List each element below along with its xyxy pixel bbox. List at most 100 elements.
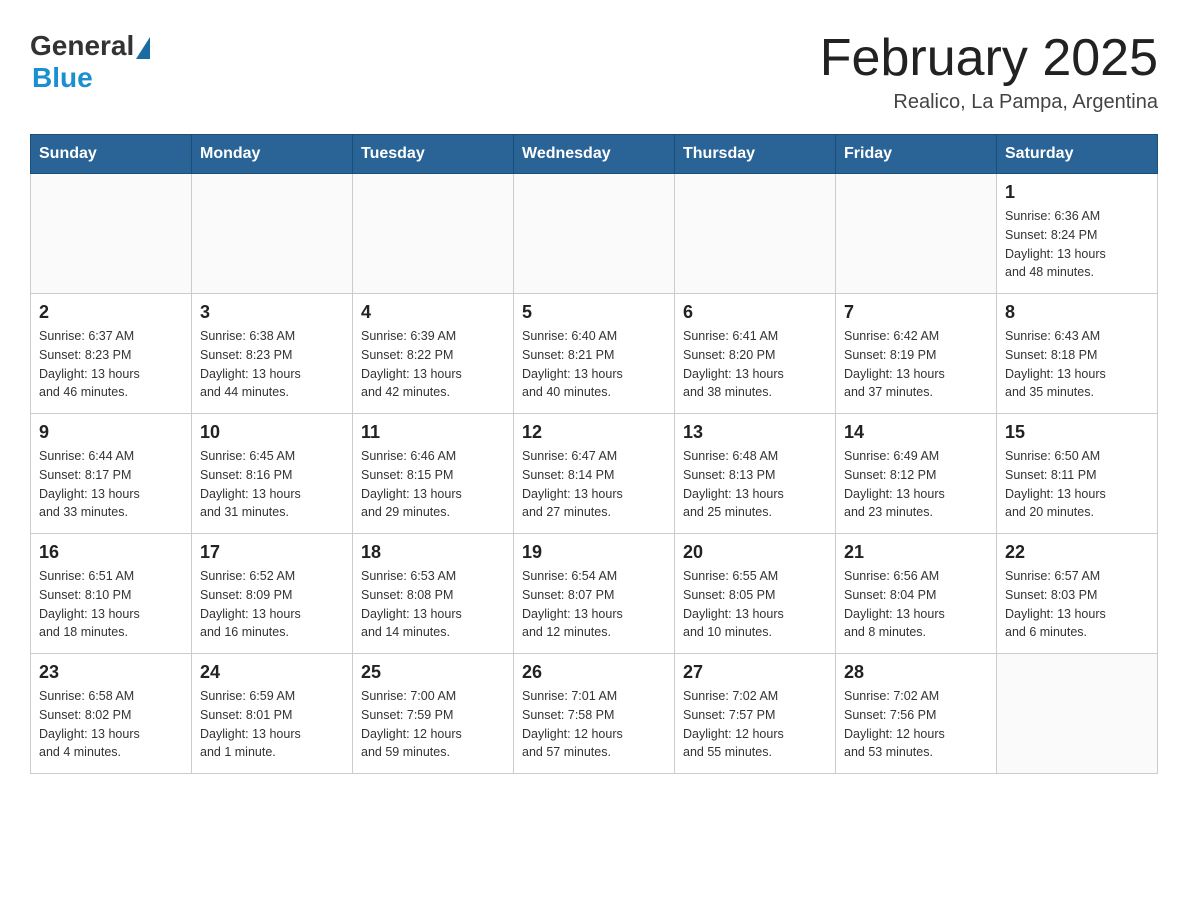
- day-info: Sunrise: 6:36 AM Sunset: 8:24 PM Dayligh…: [1005, 207, 1149, 282]
- day-info: Sunrise: 6:49 AM Sunset: 8:12 PM Dayligh…: [844, 447, 988, 522]
- day-number: 15: [1005, 422, 1149, 443]
- calendar-cell: 19 Sunrise: 6:54 AM Sunset: 8:07 PM Dayli…: [514, 534, 675, 654]
- calendar-cell: 2 Sunrise: 6:37 AM Sunset: 8:23 PM Daylig…: [31, 294, 192, 414]
- calendar-cell: 10 Sunrise: 6:45 AM Sunset: 8:16 PM Dayli…: [192, 414, 353, 534]
- calendar-cell: 13 Sunrise: 6:48 AM Sunset: 8:13 PM Dayli…: [675, 414, 836, 534]
- day-info: Sunrise: 6:58 AM Sunset: 8:02 PM Dayligh…: [39, 687, 183, 762]
- day-info: Sunrise: 7:00 AM Sunset: 7:59 PM Dayligh…: [361, 687, 505, 762]
- day-info: Sunrise: 6:57 AM Sunset: 8:03 PM Dayligh…: [1005, 567, 1149, 642]
- day-info: Sunrise: 6:42 AM Sunset: 8:19 PM Dayligh…: [844, 327, 988, 402]
- calendar-cell: 25Sunrise: 7:00 AM Sunset: 7:59 PM Dayli…: [353, 654, 514, 774]
- calendar-cell: 6Sunrise: 6:41 AM Sunset: 8:20 PM Daylig…: [675, 294, 836, 414]
- day-info: Sunrise: 6:40 AM Sunset: 8:21 PM Dayligh…: [522, 327, 666, 402]
- day-info: Sunrise: 6:59 AM Sunset: 8:01 PM Dayligh…: [200, 687, 344, 762]
- calendar-cell: 3 Sunrise: 6:38 AM Sunset: 8:23 PM Daylig…: [192, 294, 353, 414]
- day-number: 13: [683, 422, 827, 443]
- calendar-cell: [31, 174, 192, 294]
- day-info: Sunrise: 6:37 AM Sunset: 8:23 PM Dayligh…: [39, 327, 183, 402]
- day-number: 26: [522, 662, 666, 683]
- calendar-cell: 1 Sunrise: 6:36 AM Sunset: 8:24 PM Daylig…: [997, 174, 1158, 294]
- day-number: 2: [39, 302, 183, 323]
- calendar-cell: 8 Sunrise: 6:43 AM Sunset: 8:18 PM Daylig…: [997, 294, 1158, 414]
- weekday-header-monday: Monday: [192, 135, 353, 174]
- logo-triangle-icon: [136, 37, 150, 59]
- weekday-header-wednesday: Wednesday: [514, 135, 675, 174]
- day-info: Sunrise: 6:52 AM Sunset: 8:09 PM Dayligh…: [200, 567, 344, 642]
- calendar-cell: [192, 174, 353, 294]
- day-info: Sunrise: 6:39 AM Sunset: 8:22 PM Dayligh…: [361, 327, 505, 402]
- calendar-cell: 21Sunrise: 6:56 AM Sunset: 8:04 PM Dayli…: [836, 534, 997, 654]
- day-number: 5: [522, 302, 666, 323]
- day-info: Sunrise: 6:38 AM Sunset: 8:23 PM Dayligh…: [200, 327, 344, 402]
- day-info: Sunrise: 7:02 AM Sunset: 7:57 PM Dayligh…: [683, 687, 827, 762]
- calendar-cell: 24Sunrise: 6:59 AM Sunset: 8:01 PM Dayli…: [192, 654, 353, 774]
- calendar-cell: 20 Sunrise: 6:55 AM Sunset: 8:05 PM Dayli…: [675, 534, 836, 654]
- day-info: Sunrise: 7:01 AM Sunset: 7:58 PM Dayligh…: [522, 687, 666, 762]
- calendar-cell: 4Sunrise: 6:39 AM Sunset: 8:22 PM Daylig…: [353, 294, 514, 414]
- week-row-3: 9 Sunrise: 6:44 AM Sunset: 8:17 PM Daylig…: [31, 414, 1158, 534]
- weekday-header-saturday: Saturday: [997, 135, 1158, 174]
- calendar-cell: 14 Sunrise: 6:49 AM Sunset: 8:12 PM Dayli…: [836, 414, 997, 534]
- day-number: 10: [200, 422, 344, 443]
- calendar-cell: 15Sunrise: 6:50 AM Sunset: 8:11 PM Dayli…: [997, 414, 1158, 534]
- calendar-cell: 11 Sunrise: 6:46 AM Sunset: 8:15 PM Dayli…: [353, 414, 514, 534]
- day-number: 18: [361, 542, 505, 563]
- day-number: 9: [39, 422, 183, 443]
- location-title: Realico, La Pampa, Argentina: [820, 91, 1158, 114]
- day-number: 11: [361, 422, 505, 443]
- day-number: 12: [522, 422, 666, 443]
- day-info: Sunrise: 6:54 AM Sunset: 8:07 PM Dayligh…: [522, 567, 666, 642]
- day-info: Sunrise: 6:51 AM Sunset: 8:10 PM Dayligh…: [39, 567, 183, 642]
- day-number: 6: [683, 302, 827, 323]
- page-header: General Blue February 2025 Realico, La P…: [30, 30, 1158, 114]
- day-info: Sunrise: 6:46 AM Sunset: 8:15 PM Dayligh…: [361, 447, 505, 522]
- logo-blue-text: Blue: [32, 62, 93, 94]
- calendar-cell: [997, 654, 1158, 774]
- calendar-cell: 27 Sunrise: 7:02 AM Sunset: 7:57 PM Dayli…: [675, 654, 836, 774]
- calendar-cell: 17 Sunrise: 6:52 AM Sunset: 8:09 PM Dayli…: [192, 534, 353, 654]
- month-title: February 2025: [820, 30, 1158, 87]
- day-number: 19: [522, 542, 666, 563]
- day-number: 7: [844, 302, 988, 323]
- day-info: Sunrise: 6:45 AM Sunset: 8:16 PM Dayligh…: [200, 447, 344, 522]
- day-info: Sunrise: 7:02 AM Sunset: 7:56 PM Dayligh…: [844, 687, 988, 762]
- day-info: Sunrise: 6:43 AM Sunset: 8:18 PM Dayligh…: [1005, 327, 1149, 402]
- week-row-4: 16Sunrise: 6:51 AM Sunset: 8:10 PM Dayli…: [31, 534, 1158, 654]
- calendar-cell: [514, 174, 675, 294]
- title-area: February 2025 Realico, La Pampa, Argenti…: [820, 30, 1158, 114]
- calendar-cell: 9 Sunrise: 6:44 AM Sunset: 8:17 PM Daylig…: [31, 414, 192, 534]
- calendar-cell: 26 Sunrise: 7:01 AM Sunset: 7:58 PM Dayli…: [514, 654, 675, 774]
- calendar-cell: 28 Sunrise: 7:02 AM Sunset: 7:56 PM Dayli…: [836, 654, 997, 774]
- day-number: 14: [844, 422, 988, 443]
- day-number: 20: [683, 542, 827, 563]
- day-number: 22: [1005, 542, 1149, 563]
- weekday-header-sunday: Sunday: [31, 135, 192, 174]
- day-info: Sunrise: 6:55 AM Sunset: 8:05 PM Dayligh…: [683, 567, 827, 642]
- calendar-cell: 23 Sunrise: 6:58 AM Sunset: 8:02 PM Dayli…: [31, 654, 192, 774]
- day-number: 1: [1005, 182, 1149, 203]
- calendar-cell: [836, 174, 997, 294]
- weekday-header-tuesday: Tuesday: [353, 135, 514, 174]
- calendar-header-row: SundayMondayTuesdayWednesdayThursdayFrid…: [31, 135, 1158, 174]
- calendar-cell: 5 Sunrise: 6:40 AM Sunset: 8:21 PM Daylig…: [514, 294, 675, 414]
- week-row-1: 1 Sunrise: 6:36 AM Sunset: 8:24 PM Daylig…: [31, 174, 1158, 294]
- calendar-cell: 22 Sunrise: 6:57 AM Sunset: 8:03 PM Dayli…: [997, 534, 1158, 654]
- calendar-table: SundayMondayTuesdayWednesdayThursdayFrid…: [30, 134, 1158, 774]
- day-info: Sunrise: 6:44 AM Sunset: 8:17 PM Dayligh…: [39, 447, 183, 522]
- weekday-header-friday: Friday: [836, 135, 997, 174]
- calendar-cell: [353, 174, 514, 294]
- logo: General Blue: [30, 30, 150, 94]
- calendar-cell: [675, 174, 836, 294]
- calendar-cell: 7 Sunrise: 6:42 AM Sunset: 8:19 PM Daylig…: [836, 294, 997, 414]
- day-info: Sunrise: 6:47 AM Sunset: 8:14 PM Dayligh…: [522, 447, 666, 522]
- day-number: 3: [200, 302, 344, 323]
- weekday-header-thursday: Thursday: [675, 135, 836, 174]
- day-number: 23: [39, 662, 183, 683]
- day-number: 28: [844, 662, 988, 683]
- day-number: 8: [1005, 302, 1149, 323]
- day-info: Sunrise: 6:48 AM Sunset: 8:13 PM Dayligh…: [683, 447, 827, 522]
- day-number: 17: [200, 542, 344, 563]
- calendar-cell: 12 Sunrise: 6:47 AM Sunset: 8:14 PM Dayli…: [514, 414, 675, 534]
- day-number: 27: [683, 662, 827, 683]
- calendar-cell: 18Sunrise: 6:53 AM Sunset: 8:08 PM Dayli…: [353, 534, 514, 654]
